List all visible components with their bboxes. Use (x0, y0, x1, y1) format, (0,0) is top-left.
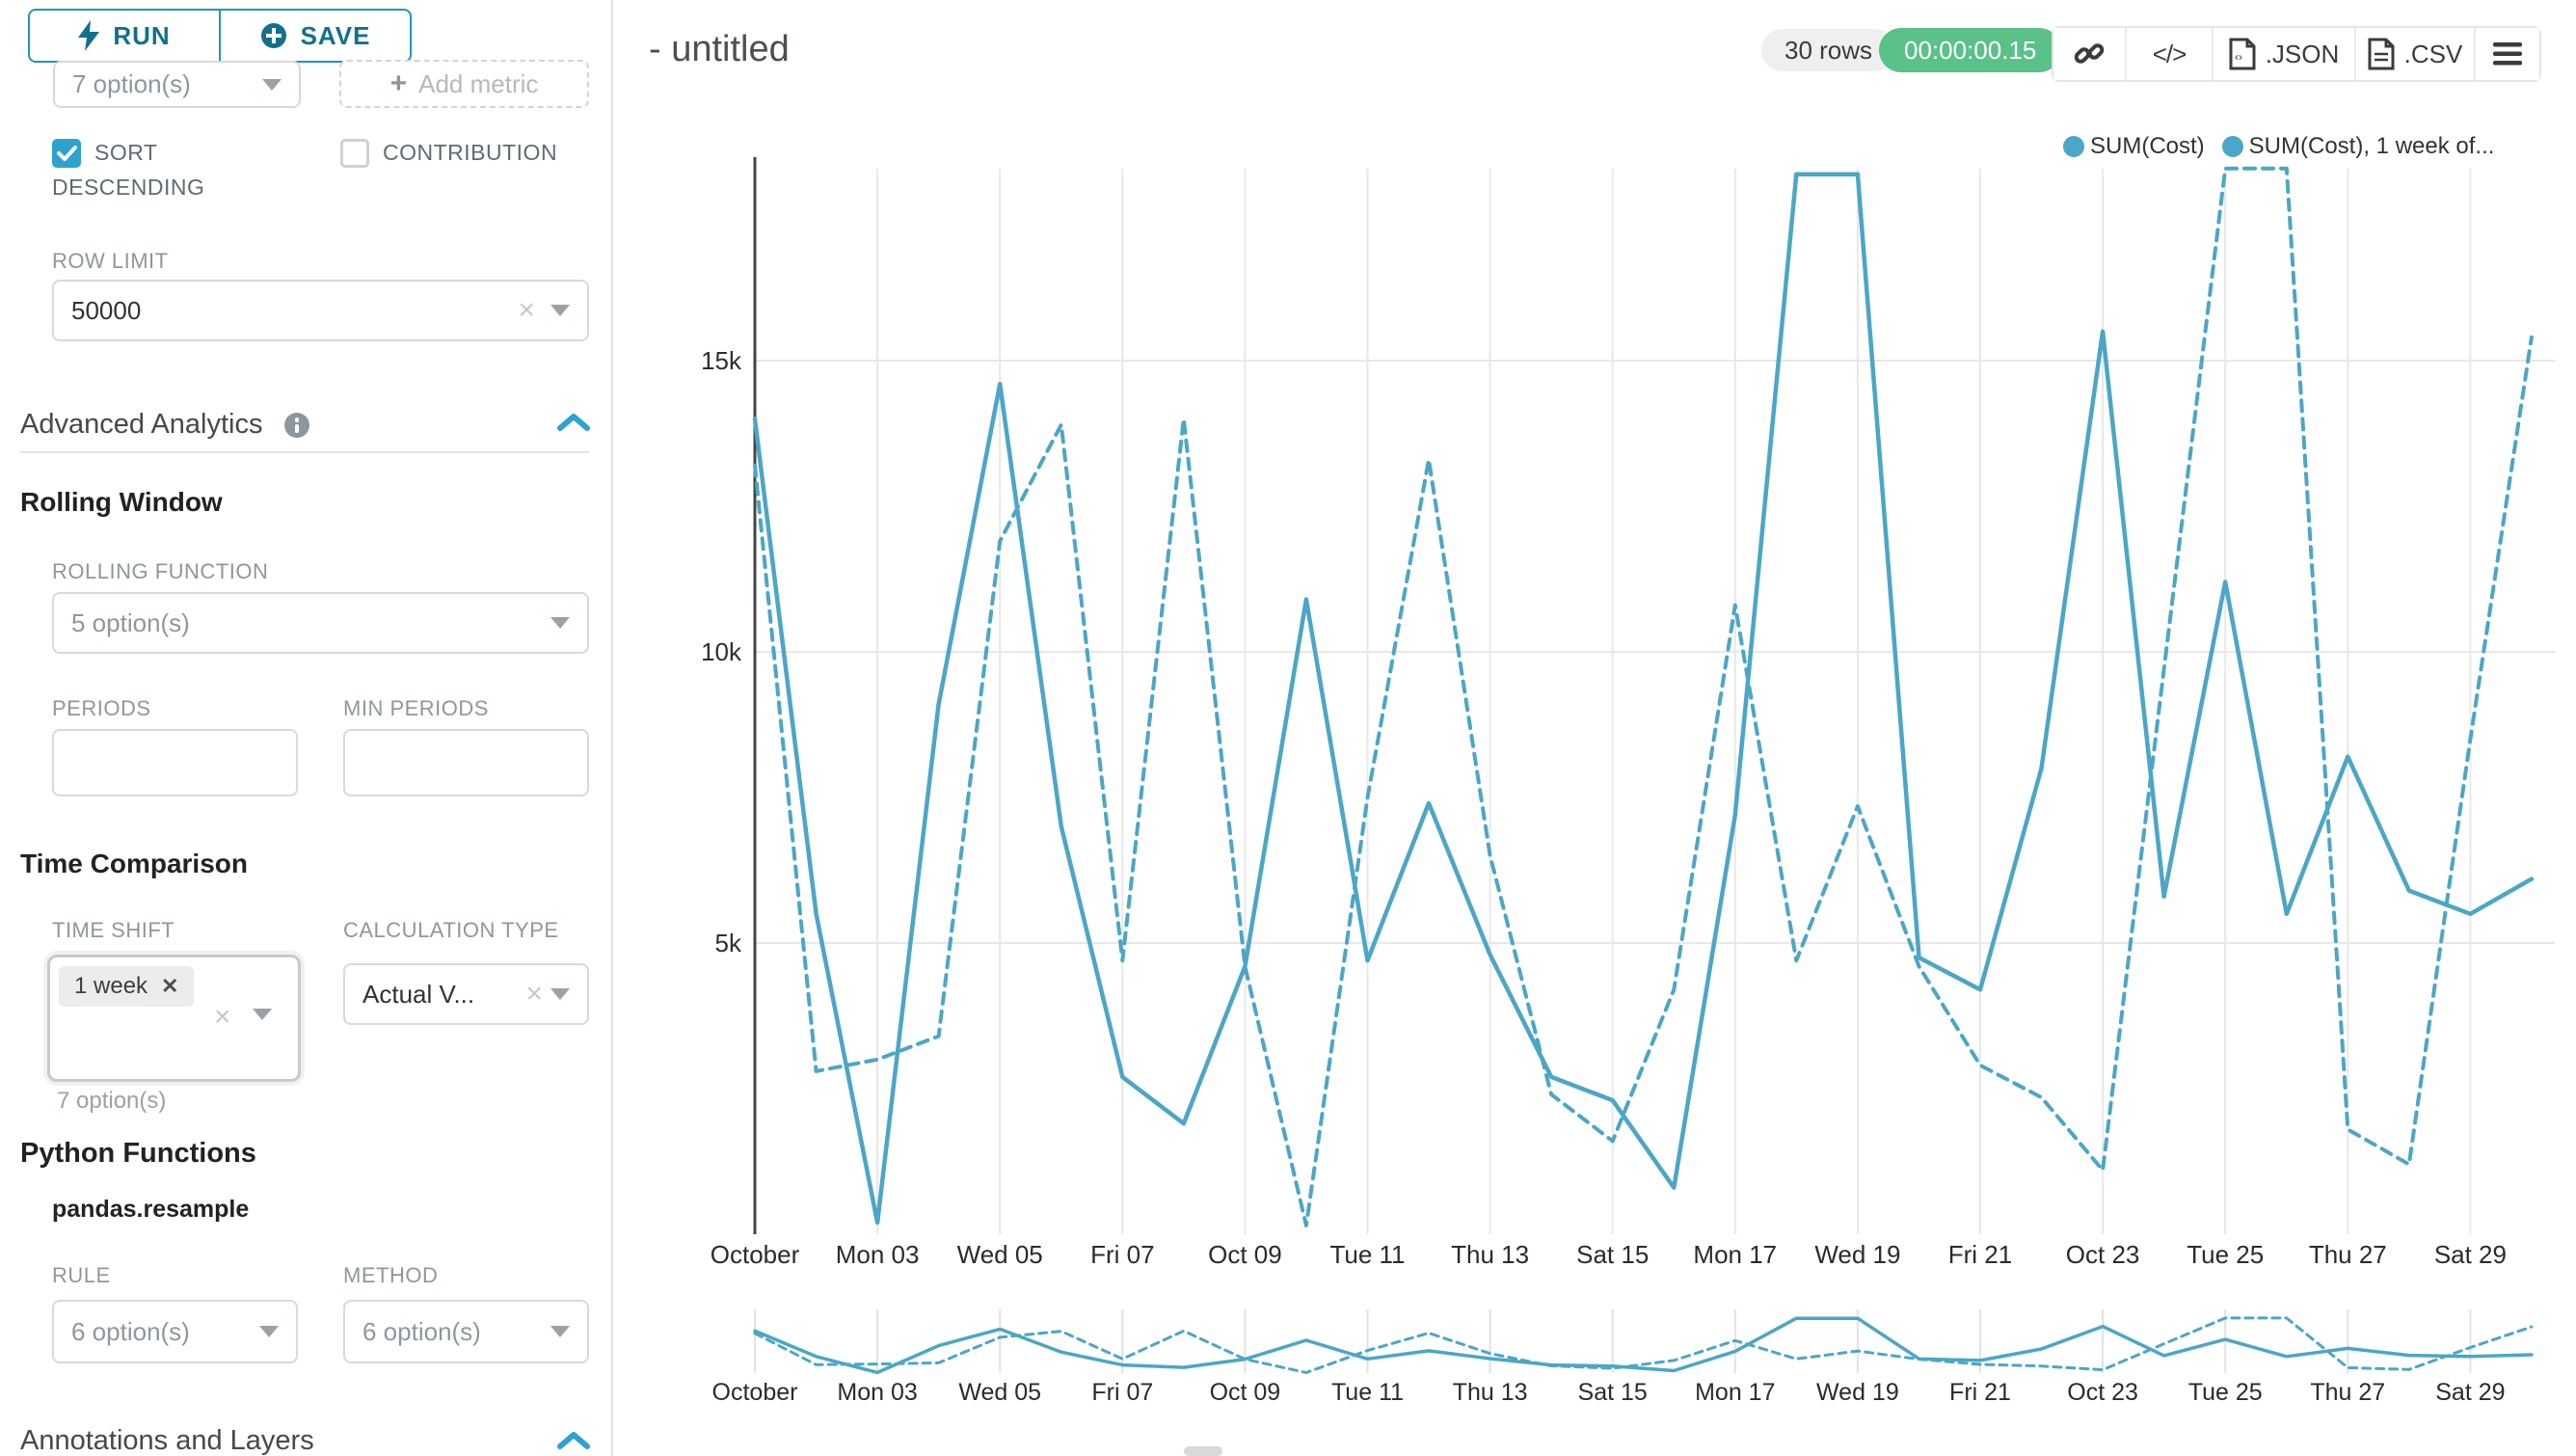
svg-text:Fri 07: Fri 07 (1091, 1379, 1153, 1406)
chevron-down-icon (262, 79, 282, 91)
svg-text:Thu 27: Thu 27 (2310, 1379, 2385, 1406)
svg-text:Wed 05: Wed 05 (957, 1240, 1043, 1269)
svg-text:Sat 15: Sat 15 (1578, 1379, 1648, 1406)
chevron-down-icon (259, 1326, 279, 1337)
clear-icon[interactable]: × (214, 1003, 231, 1032)
timeseries-chart-canvas[interactable]: 5k 10k 15k October Mon 03 Wed 05 Fri 07 Oct 09 T… (612, 0, 2576, 1456)
svg-text:Sat 29: Sat 29 (2435, 1379, 2505, 1406)
svg-text:Tue 11: Tue 11 (1331, 1379, 1404, 1406)
checkbox-empty-icon (340, 139, 369, 168)
calculation-type-value: Actual V... (362, 980, 525, 1010)
svg-text:Oct 23: Oct 23 (2066, 1240, 2140, 1269)
run-button-label: RUN (113, 21, 170, 51)
run-button[interactable]: RUN (30, 11, 221, 61)
save-button-label: SAVE (301, 21, 371, 51)
rolling-window-title: Rolling Window (20, 487, 223, 518)
pandas-resample-label: pandas.resample (52, 1196, 249, 1224)
annotations-title: Annotations and Layers (20, 1425, 314, 1456)
advanced-analytics-title: Advanced Analytics (20, 409, 262, 441)
chevron-down-icon (550, 305, 570, 316)
checkbox-checked-icon (52, 139, 81, 168)
rolling-function-label: ROLLING FUNCTION (52, 559, 268, 584)
section-divider (20, 451, 589, 453)
plus-icon: + (390, 67, 408, 100)
sort-descending-checkbox[interactable]: SORT DESCENDING (52, 135, 255, 204)
row-limit-select[interactable]: 50000 × (52, 280, 589, 341)
svg-text:Wed 05: Wed 05 (958, 1379, 1041, 1406)
svg-text:Oct 09: Oct 09 (1208, 1240, 1282, 1269)
svg-text:Thu 13: Thu 13 (1453, 1379, 1528, 1406)
svg-text:Sat 15: Sat 15 (1576, 1240, 1649, 1269)
svg-text:Tue 11: Tue 11 (1329, 1240, 1405, 1269)
svg-text:Wed 19: Wed 19 (1814, 1240, 1900, 1269)
svg-text:October: October (711, 1240, 800, 1269)
info-icon (284, 413, 309, 438)
svg-text:15k: 15k (701, 346, 742, 375)
svg-text:Mon 17: Mon 17 (1695, 1379, 1775, 1406)
run-save-group: RUN SAVE (28, 9, 412, 63)
time-comparison-title: Time Comparison (20, 849, 248, 879)
svg-text:10k: 10k (701, 637, 742, 666)
svg-text:October: October (712, 1379, 798, 1406)
svg-text:Sat 29: Sat 29 (2434, 1240, 2507, 1269)
chevron-down-icon (550, 617, 570, 629)
collapse-chevron-icon[interactable] (557, 1431, 590, 1450)
svg-text:Wed 19: Wed 19 (1816, 1379, 1899, 1406)
periods-input[interactable] (52, 729, 298, 796)
python-functions-title: Python Functions (20, 1138, 256, 1170)
rule-value: 6 option(s) (71, 1317, 259, 1347)
svg-text:5k: 5k (715, 929, 742, 957)
min-periods-input[interactable] (343, 729, 589, 796)
rolling-function-value: 5 option(s) (71, 608, 550, 638)
svg-text:Tue 25: Tue 25 (2188, 1379, 2263, 1406)
lightning-icon (78, 20, 99, 51)
clear-icon[interactable]: × (525, 980, 543, 1009)
time-shift-tag-label: 1 week (74, 973, 148, 1000)
rule-select[interactable]: 6 option(s) (52, 1300, 298, 1363)
chevron-down-icon (550, 988, 570, 1000)
svg-text:Thu 13: Thu 13 (1451, 1240, 1529, 1269)
svg-text:Mon 17: Mon 17 (1693, 1240, 1777, 1269)
chevron-down-icon (253, 1009, 272, 1020)
plus-circle-icon (260, 22, 287, 49)
chevron-down-icon (550, 1326, 570, 1337)
clear-icon[interactable]: × (518, 296, 535, 325)
svg-text:Fri 07: Fri 07 (1090, 1240, 1154, 1269)
min-periods-label: MIN PERIODS (343, 696, 489, 721)
collapse-chevron-icon[interactable] (557, 413, 590, 432)
contribution-label: CONTRIBUTION (383, 140, 557, 165)
groupby-value: 7 option(s) (72, 69, 262, 99)
calculation-type-label: CALCULATION TYPE (343, 918, 559, 943)
method-value: 6 option(s) (362, 1317, 550, 1347)
svg-text:Oct 09: Oct 09 (1210, 1379, 1281, 1406)
svg-text:Fri 21: Fri 21 (1949, 1379, 2011, 1406)
time-shift-tag[interactable]: 1 week ✕ (59, 966, 194, 1007)
groupby-select[interactable]: 7 option(s) (53, 61, 301, 108)
time-shift-hint: 7 option(s) (57, 1088, 166, 1115)
calculation-type-select[interactable]: Actual V... × (343, 963, 589, 1025)
periods-label: PERIODS (52, 696, 151, 721)
add-metric-label: Add metric (418, 69, 538, 99)
svg-text:Tue 25: Tue 25 (2187, 1240, 2264, 1269)
row-limit-label: ROW LIMIT (52, 249, 169, 274)
svg-text:Mon 03: Mon 03 (836, 1240, 920, 1269)
add-metric-button[interactable]: + Add metric (339, 60, 589, 108)
rolling-function-select[interactable]: 5 option(s) (52, 592, 589, 654)
rule-label: RULE (52, 1263, 111, 1288)
method-select[interactable]: 6 option(s) (343, 1300, 589, 1363)
contribution-checkbox[interactable]: CONTRIBUTION (340, 135, 620, 170)
row-limit-value: 50000 (71, 296, 518, 326)
svg-text:Thu 27: Thu 27 (2309, 1240, 2387, 1269)
svg-text:Oct 23: Oct 23 (2067, 1379, 2138, 1406)
tag-close-icon[interactable]: ✕ (161, 974, 178, 999)
time-shift-label: TIME SHIFT (52, 918, 174, 943)
svg-text:Fri 21: Fri 21 (1948, 1240, 2012, 1269)
svg-text:Mon 03: Mon 03 (837, 1379, 917, 1406)
method-label: METHOD (343, 1263, 438, 1288)
save-button[interactable]: SAVE (221, 11, 410, 61)
superset-explore-view: RUN SAVE 7 option(s) + Add metric SORT D… (0, 0, 2576, 1456)
